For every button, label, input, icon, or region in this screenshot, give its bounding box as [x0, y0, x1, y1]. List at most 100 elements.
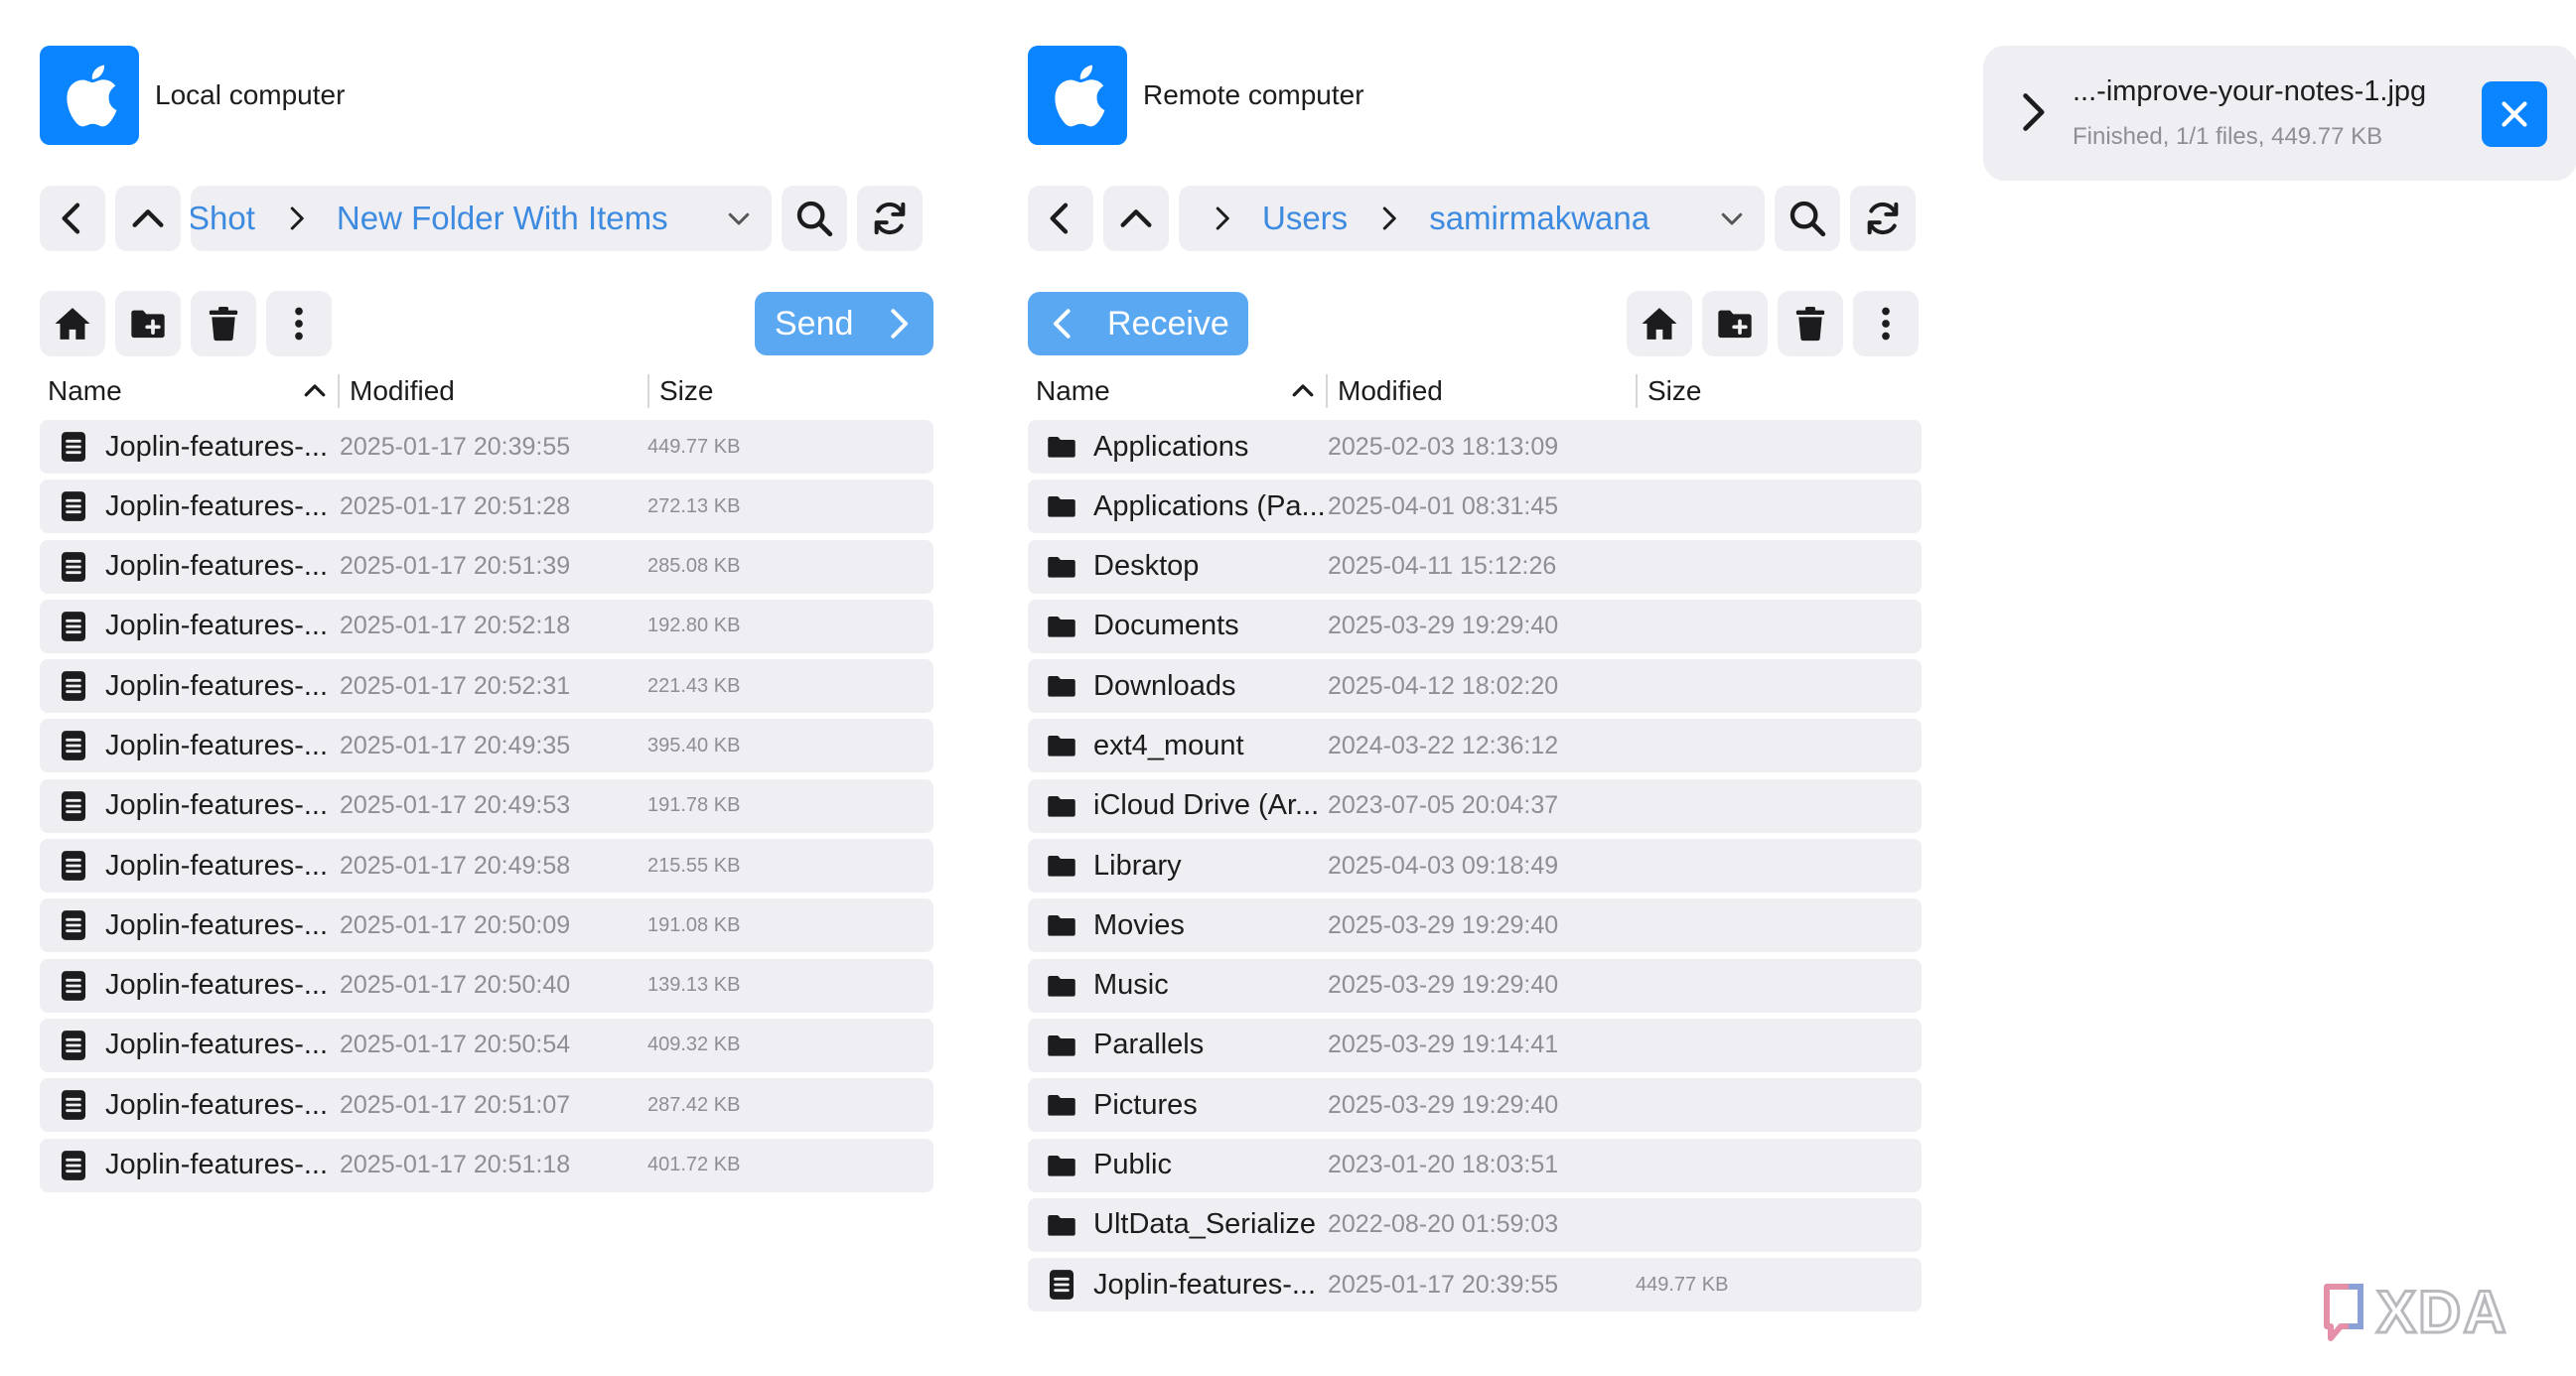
new-folder-button[interactable]: [115, 291, 181, 356]
file-row[interactable]: Library 2025-04-03 09:18:49: [1028, 839, 1922, 894]
column-name-header[interactable]: Name: [40, 367, 338, 415]
folder-icon: [1044, 788, 1079, 824]
file-size: 191.78 KB: [647, 794, 741, 817]
file-modified: 2025-03-29 19:29:40: [1328, 910, 1559, 939]
file-row[interactable]: Joplin-features-... 2025-01-17 20:52:18 19…: [40, 599, 933, 653]
breadcrumb-item[interactable]: Users: [1262, 200, 1348, 237]
file-row[interactable]: iCloud Drive (Ar... 2023-07-05 20:04:37: [1028, 778, 1922, 833]
local-path-bar[interactable]: Shot New Folder With Items: [191, 186, 772, 251]
search-button[interactable]: [1775, 186, 1840, 251]
file-row[interactable]: UltData_Serialize 2022-08-20 01:59:03: [1028, 1197, 1922, 1252]
file-row[interactable]: Joplin-features-... 2025-01-17 20:50:40 13…: [40, 958, 933, 1013]
file-row[interactable]: Joplin-features-... 2025-01-17 20:39:55 44…: [1028, 1258, 1922, 1312]
file-modified: 2025-01-17 20:51:39: [340, 552, 571, 581]
file-modified: 2025-04-03 09:18:49: [1328, 851, 1559, 880]
file-row[interactable]: Joplin-features-... 2025-01-17 20:51:39 28…: [40, 539, 933, 594]
file-row[interactable]: Applications (Pa... 2025-04-01 08:31:45: [1028, 480, 1922, 534]
file-row[interactable]: ext4_mount 2024-03-22 12:36:12: [1028, 719, 1922, 773]
parent-folder-button[interactable]: [115, 186, 181, 251]
remote-file-list: Applications 2025-02-03 18:13:09 Applicati…: [1028, 420, 1922, 1317]
column-size-header[interactable]: Size: [647, 374, 713, 408]
file-name: Joplin-features-...: [105, 1149, 329, 1181]
home-button[interactable]: [1627, 291, 1692, 356]
remote-pane: Remote computer Users samirmakwana Recei…: [1028, 0, 1922, 1376]
column-name-header[interactable]: Name: [1028, 367, 1326, 415]
file-row[interactable]: Public 2023-01-20 18:03:51: [1028, 1138, 1922, 1192]
file-row[interactable]: Joplin-features-... 2025-01-17 20:50:09 19…: [40, 898, 933, 953]
trash-icon: [209, 307, 238, 342]
file-size: 285.08 KB: [647, 555, 741, 578]
more-options-button[interactable]: [1853, 291, 1919, 356]
column-modified-header[interactable]: Modified: [338, 374, 647, 408]
file-name: Downloads: [1093, 669, 1236, 702]
file-row[interactable]: Joplin-features-... 2025-01-17 20:39:55 44…: [40, 420, 933, 474]
search-button[interactable]: [782, 186, 847, 251]
file-row[interactable]: Joplin-features-... 2025-01-17 20:50:54 40…: [40, 1018, 933, 1072]
search-icon: [796, 201, 833, 237]
folder-icon: [1044, 668, 1079, 704]
file-name: UltData_Serialize: [1093, 1208, 1317, 1241]
chevron-right-icon: [2023, 93, 2045, 131]
remote-path-bar[interactable]: Users samirmakwana: [1179, 186, 1765, 251]
file-row[interactable]: Desktop 2025-04-11 15:12:26: [1028, 539, 1922, 594]
folder-icon: [1044, 609, 1079, 644]
file-name: Joplin-features-...: [105, 489, 329, 522]
back-button[interactable]: [1028, 186, 1093, 251]
document-icon: [56, 668, 91, 704]
refresh-button[interactable]: [857, 186, 923, 251]
close-icon: [2502, 101, 2527, 127]
breadcrumb-item[interactable]: Shot: [191, 200, 255, 237]
chevron-down-icon[interactable]: [724, 204, 754, 233]
file-row[interactable]: Joplin-features-... 2025-01-17 20:49:58 21…: [40, 839, 933, 894]
refresh-icon: [1867, 202, 1899, 235]
document-icon: [56, 728, 91, 763]
close-transfer-button[interactable]: [2482, 81, 2547, 147]
file-row[interactable]: Music 2025-03-29 19:29:40: [1028, 958, 1922, 1013]
local-header: Local computer: [40, 46, 345, 145]
receive-button[interactable]: Receive: [1028, 292, 1248, 355]
new-folder-button[interactable]: [1702, 291, 1768, 356]
chevron-down-icon[interactable]: [1717, 204, 1747, 233]
file-row[interactable]: Joplin-features-... 2025-01-17 20:49:35 39…: [40, 719, 933, 773]
file-modified: 2025-01-17 20:39:55: [1328, 1270, 1559, 1299]
parent-folder-button[interactable]: [1103, 186, 1169, 251]
breadcrumb-item[interactable]: samirmakwana: [1429, 200, 1649, 237]
expand-transfer-button[interactable]: [2011, 90, 2055, 134]
file-name: Joplin-features-...: [105, 969, 329, 1002]
column-size-header[interactable]: Size: [1636, 374, 1701, 408]
file-row[interactable]: Joplin-features-... 2025-01-17 20:52:31 22…: [40, 659, 933, 714]
local-pane: Local computer Shot New Folder With Item…: [40, 0, 933, 1376]
file-row[interactable]: Pictures 2025-03-29 19:29:40: [1028, 1078, 1922, 1133]
file-name: Joplin-features-...: [105, 789, 329, 822]
file-row[interactable]: Joplin-features-... 2025-01-17 20:51:07 28…: [40, 1078, 933, 1133]
file-size: 449.77 KB: [1636, 1273, 1729, 1296]
remote-header: Remote computer: [1028, 46, 1364, 145]
chevron-left-icon: [1053, 309, 1071, 339]
file-size: 192.80 KB: [647, 615, 741, 637]
send-button[interactable]: Send: [755, 292, 933, 355]
file-row[interactable]: Downloads 2025-04-12 18:02:20: [1028, 659, 1922, 714]
file-row[interactable]: Parallels 2025-03-29 19:14:41: [1028, 1018, 1922, 1072]
transfer-status-card[interactable]: ...-improve-your-notes-1.jpg Finished, 1…: [1983, 46, 2576, 181]
more-options-button[interactable]: [266, 291, 332, 356]
file-modified: 2025-01-17 20:51:07: [340, 1090, 571, 1119]
file-row[interactable]: Joplin-features-... 2025-01-17 20:49:53 19…: [40, 778, 933, 833]
folder-plus-icon: [1718, 310, 1752, 339]
file-row[interactable]: Joplin-features-... 2025-01-17 20:51:18 40…: [40, 1138, 933, 1192]
delete-button[interactable]: [191, 291, 256, 356]
file-row[interactable]: Movies 2025-03-29 19:29:40: [1028, 898, 1922, 953]
file-row[interactable]: Joplin-features-... 2025-01-17 20:51:28 27…: [40, 480, 933, 534]
file-row[interactable]: Documents 2025-03-29 19:29:40: [1028, 599, 1922, 653]
column-modified-header[interactable]: Modified: [1326, 374, 1636, 408]
file-row[interactable]: Applications 2025-02-03 18:13:09: [1028, 420, 1922, 474]
file-name: Joplin-features-...: [105, 1088, 329, 1121]
back-button[interactable]: [40, 186, 105, 251]
home-button[interactable]: [40, 291, 105, 356]
delete-button[interactable]: [1778, 291, 1843, 356]
file-modified: 2025-01-17 20:50:40: [340, 971, 571, 1000]
document-icon: [56, 1028, 91, 1063]
file-name: Joplin-features-...: [105, 729, 329, 761]
breadcrumb-item[interactable]: New Folder With Items: [337, 200, 668, 237]
refresh-button[interactable]: [1850, 186, 1916, 251]
file-name: Library: [1093, 849, 1182, 882]
